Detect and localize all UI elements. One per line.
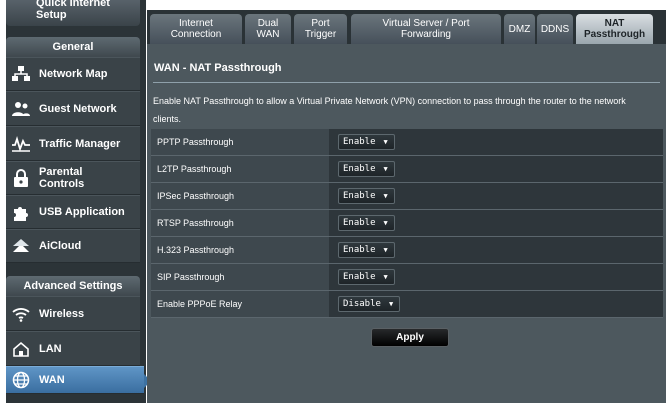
sidebar-item-wan[interactable]: WAN [6,366,151,394]
tab-dual-wan[interactable]: Dual WAN [245,14,291,44]
title-divider [153,82,660,83]
network-map-icon [11,64,31,84]
setting-row-rtsp: RTSP Passthrough Enable ▼ [151,210,663,237]
sidebar-item-label: Traffic Manager [39,137,121,150]
aicloud-icon [11,236,31,256]
setting-row-sip: SIP Passthrough Enable ▼ [151,264,663,291]
chevron-down-icon: ▼ [383,192,388,200]
setting-label: H.323 Passthrough [151,237,329,263]
sidebar-item-label: LAN [39,342,62,355]
setting-label: L2TP Passthrough [151,156,329,182]
advanced-settings-header: Advanced Settings [6,276,140,296]
chevron-down-icon: ▼ [383,138,388,146]
quick-internet-setup-button[interactable]: Quick Internet Setup [6,0,140,26]
chevron-down-icon: ▼ [383,219,388,227]
select-value: Enable [343,245,376,255]
setting-row-l2tp: L2TP Passthrough Enable ▼ [151,156,663,183]
sidebar-item-label: WAN [39,374,65,386]
parental-controls-icon [11,168,31,188]
ipsec-passthrough-select[interactable]: Enable ▼ [338,188,395,204]
settings-table: PPTP Passthrough Enable ▼ L2TP Passthroug… [151,129,663,318]
guest-network-icon [11,99,31,119]
setting-label: PPTP Passthrough [151,129,329,155]
setting-label: Enable PPPoE Relay [151,291,329,317]
select-value: Disable [343,299,381,309]
sip-passthrough-select[interactable]: Enable ▼ [338,269,395,285]
settings-panel: WAN - NAT Passthrough Enable NAT Passthr… [147,44,666,403]
pppoe-relay-select[interactable]: Disable ▼ [338,296,401,312]
sidebar-item-label: Wireless [39,307,85,320]
setting-row-pptp: PPTP Passthrough Enable ▼ [151,129,663,156]
sidebar-item-usb-application[interactable]: USB Application [6,195,140,229]
tab-nat-passthrough[interactable]: NAT Passthrough [576,14,653,44]
tab-port-trigger[interactable]: Port Trigger [294,14,347,44]
l2tp-passthrough-select[interactable]: Enable ▼ [338,161,395,177]
sidebar-item-label: AiCloud [39,240,82,252]
sidebar-item-lan[interactable]: LAN [6,331,140,366]
select-value: Enable [343,272,376,282]
sidebar: Quick Internet Setup General Network Map… [6,0,151,403]
tab-virtual-server-port-forwarding[interactable]: Virtual Server / Port Forwarding [351,14,501,44]
pptp-passthrough-select[interactable]: Enable ▼ [338,134,395,150]
sidebar-item-traffic-manager[interactable]: Traffic Manager [6,126,140,161]
setting-row-h323: H.323 Passthrough Enable ▼ [151,237,663,264]
select-value: Enable [343,191,376,201]
select-value: Enable [343,218,376,228]
tab-bar: Internet Connection Dual WAN Port Trigge… [147,14,666,44]
tab-internet-connection[interactable]: Internet Connection [150,14,242,44]
apply-button[interactable]: Apply [371,328,449,347]
lan-icon [11,339,31,359]
wan-icon [11,370,31,390]
wireless-icon [11,304,31,324]
sidebar-item-parental-controls[interactable]: Parental Controls [6,161,140,195]
sidebar-item-label: Guest Network [39,102,117,115]
general-header: General [6,37,140,57]
setting-row-ipsec: IPSec Passthrough Enable ▼ [151,183,663,210]
sidebar-item-guest-network[interactable]: Guest Network [6,91,140,126]
sidebar-item-label: Parental Controls [39,166,85,190]
setting-label: IPSec Passthrough [151,183,329,209]
sidebar-item-aicloud[interactable]: AiCloud [6,229,140,263]
select-value: Enable [343,137,376,147]
chevron-down-icon: ▼ [383,273,388,281]
setting-row-pppoe-relay: Enable PPPoE Relay Disable ▼ [151,291,663,318]
page-title: WAN - NAT Passthrough [154,62,282,74]
quick-internet-setup-label: Quick Internet Setup [36,0,110,21]
main-content: Internet Connection Dual WAN Port Trigge… [147,10,666,403]
sidebar-item-label: USB Application [39,206,125,218]
chevron-down-icon: ▼ [388,300,394,308]
sidebar-item-wireless[interactable]: Wireless [6,296,140,331]
setting-label: SIP Passthrough [151,264,329,290]
chevron-down-icon: ▼ [383,246,388,254]
chevron-down-icon: ▼ [383,165,388,173]
rtsp-passthrough-select[interactable]: Enable ▼ [338,215,395,231]
h323-passthrough-select[interactable]: Enable ▼ [338,242,395,258]
select-value: Enable [343,164,376,174]
tab-ddns[interactable]: DDNS [537,14,573,44]
tab-dmz[interactable]: DMZ [504,14,535,44]
sidebar-item-label: Network Map [39,68,108,80]
sidebar-item-network-map[interactable]: Network Map [6,57,140,91]
usb-application-icon [11,202,31,222]
traffic-manager-icon [11,134,31,154]
setting-label: RTSP Passthrough [151,210,329,236]
page-description: Enable NAT Passthrough to allow a Virtua… [153,96,626,124]
